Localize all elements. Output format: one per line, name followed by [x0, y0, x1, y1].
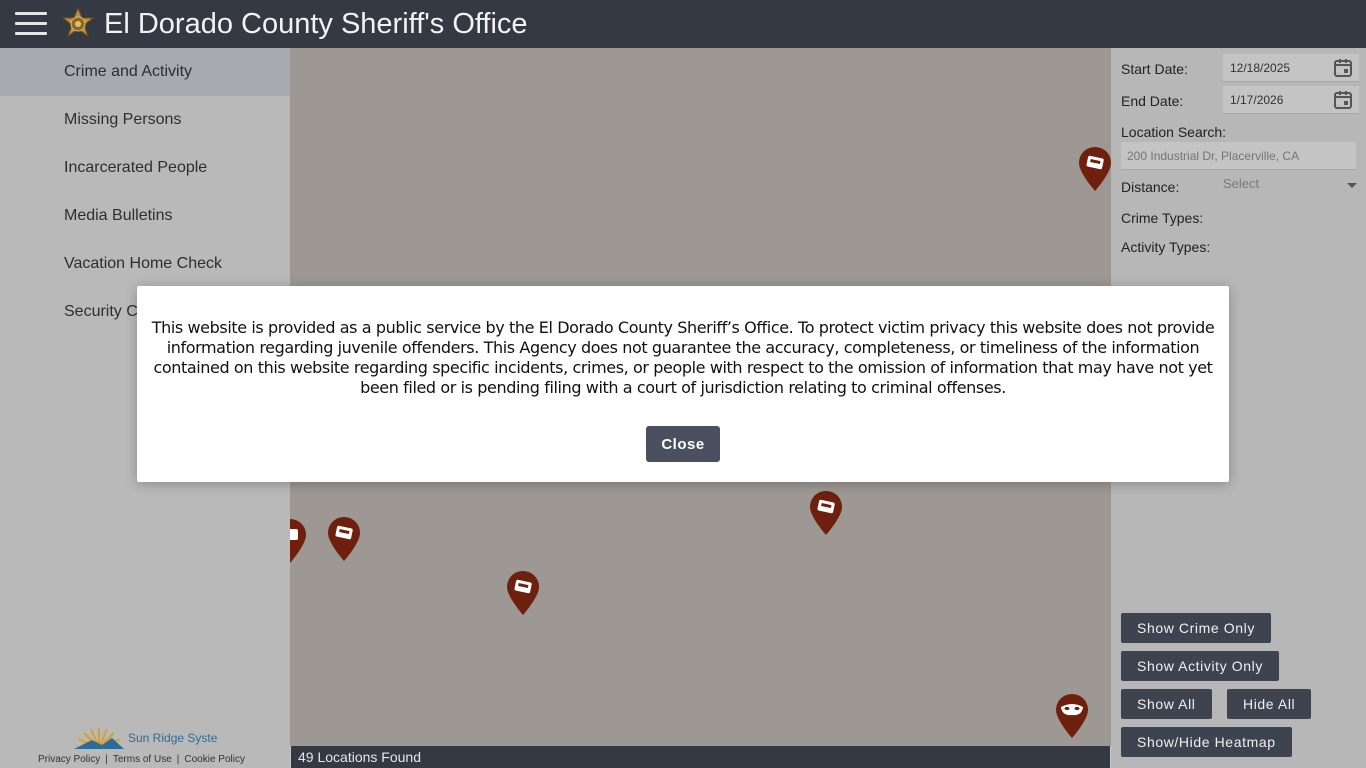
disclaimer-text: This website is provided as a public ser…: [151, 318, 1215, 397]
close-button[interactable]: Close: [646, 426, 720, 462]
disclaimer-modal: This website is provided as a public ser…: [137, 286, 1229, 482]
